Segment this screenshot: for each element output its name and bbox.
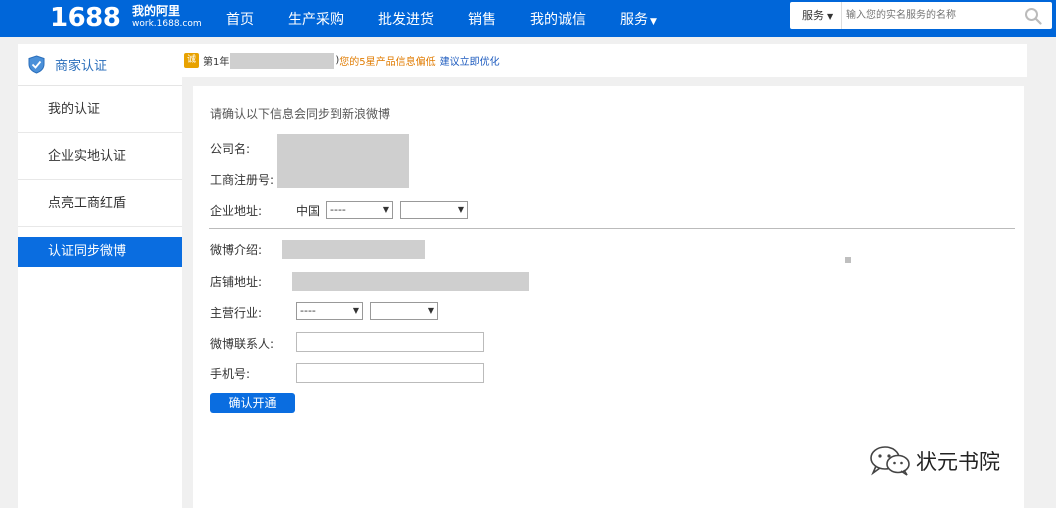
nav-sales[interactable]: 销售 [468,9,496,29]
chevron-down-icon: ▼ [650,16,657,27]
weibo-intro-label: 微博介绍: [210,243,263,257]
registration-number-label: 工商注册号: [210,173,275,187]
nav-services-label: 服务 [620,11,648,28]
sidebar-title: 商家认证 [55,59,108,74]
industry-select-primary-value: ---- [300,304,316,317]
form-divider [209,228,1015,229]
weibo-contact-input[interactable] [296,332,484,352]
nav-services[interactable]: 服务 ▼ [620,9,657,29]
watermark: 状元书院 [868,444,1000,478]
credit-years: 第1年 [203,57,230,68]
dropdown-arrow-icon: ▼ [457,205,464,214]
redacted-company-info [277,134,409,188]
top-nav-bar: 1688 我的阿里 work.1688.com 首页 生产采购 批发进货 销售 … [0,0,1056,37]
optimize-now-link[interactable]: 建议立即优化 [440,53,500,68]
search-input[interactable] [846,5,1016,26]
shop-address-label: 店铺地址: [210,275,263,289]
confirm-open-button[interactable]: 确认开通 [210,393,295,413]
redacted-company-name [230,52,335,69]
wechat-icon [870,446,910,476]
site-logo[interactable]: 1688 [50,3,121,33]
city-select[interactable]: ▼ [400,201,468,219]
notice-bar: 诚 第1年 ) 您的5星产品信息偏低 建议立即优化 [182,44,1027,77]
credit-badge: 诚 [184,53,199,68]
phone-label: 手机号: [210,367,251,381]
product-quality-warning: 您的5星产品信息偏低 [339,57,436,68]
main-nav: 首页 生产采购 批发进货 销售 我的诚信 服务 ▼ [226,0,691,37]
company-address-label: 企业地址: [210,204,263,218]
redacted-shop-address [292,272,529,291]
search-category-select[interactable]: 服务 ▼ [790,2,842,29]
company-name-label: 公司名: [210,142,251,156]
weibo-contact-label: 微博联系人: [210,337,275,351]
search-box: 服务 ▼ [790,2,1052,29]
dropdown-arrow-icon: ▼ [427,306,434,315]
watermark-text: 状元书院 [916,450,1000,474]
dropdown-arrow-icon: ▼ [352,306,359,315]
mywork-title: 我的阿里 [132,4,181,18]
redacted-weibo-intro [282,240,425,259]
phone-input[interactable] [296,363,484,383]
form-intro: 请确认以下信息会同步到新浪微博 [210,107,391,121]
province-select[interactable]: ---- ▼ [326,201,393,219]
shield-icon [28,55,45,74]
sidebar-item-red-shield[interactable]: 点亮工商红盾 [18,180,182,227]
nav-production-purchase[interactable]: 生产采购 [288,9,344,29]
industry-select-secondary[interactable]: ▼ [370,302,438,320]
search-icon[interactable] [1024,7,1042,25]
dropdown-arrow-icon: ▼ [382,205,389,214]
sidebar-item-my-certification[interactable]: 我的认证 [18,86,182,133]
my-workbench-link[interactable]: 我的阿里 work.1688.com [132,5,202,30]
mywork-subtitle: work.1688.com [132,19,202,29]
nav-my-credit[interactable]: 我的诚信 [530,9,586,29]
industry-select-primary[interactable]: ---- ▼ [296,302,363,320]
gray-dot [845,257,851,263]
nav-wholesale[interactable]: 批发进货 [378,9,434,29]
sidebar-header: 商家认证 [18,44,182,86]
sidebar: 商家认证 我的认证 企业实地认证 点亮工商红盾 认证同步微博 [18,44,182,508]
sidebar-item-sync-weibo[interactable]: 认证同步微博 [18,237,182,267]
search-category-label: 服务 [802,9,824,22]
main-industry-label: 主营行业: [210,306,263,320]
nav-home[interactable]: 首页 [226,9,254,29]
province-select-value: ---- [330,203,346,216]
chevron-down-icon: ▼ [827,12,834,21]
country-label: 中国 [296,204,321,218]
sidebar-item-onsite-certification[interactable]: 企业实地认证 [18,133,182,180]
